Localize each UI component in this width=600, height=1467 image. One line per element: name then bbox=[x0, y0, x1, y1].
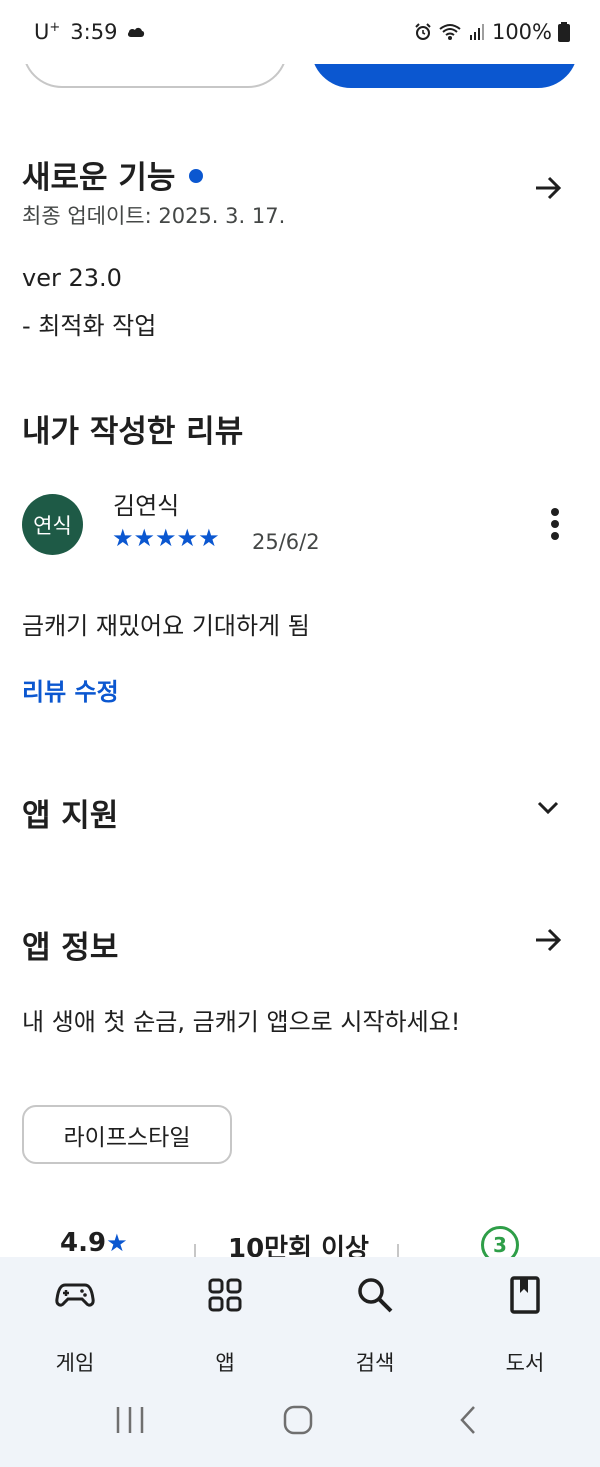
search-icon bbox=[358, 1278, 393, 1313]
battery-icon bbox=[558, 22, 570, 42]
back-icon[interactable] bbox=[456, 1405, 480, 1435]
app-description: 내 생애 첫 순금, 금캐기 앱으로 시작하세요! bbox=[22, 1008, 461, 1036]
last-updated: 최종 업데이트: 2025. 3. 17. bbox=[22, 204, 286, 228]
app-info-header[interactable]: 앱 정보 bbox=[22, 922, 118, 967]
status-left: U+ 3:59 bbox=[34, 20, 145, 44]
apps-grid-icon bbox=[208, 1278, 242, 1312]
battery-percent: 100% bbox=[491, 20, 552, 44]
alarm-icon bbox=[415, 23, 431, 40]
version-text: ver 23.0 bbox=[22, 264, 122, 292]
system-nav-bar bbox=[0, 1383, 600, 1467]
arrow-right-icon[interactable] bbox=[532, 924, 564, 956]
arrow-right-icon[interactable] bbox=[532, 172, 564, 204]
category-chip[interactable]: 라이프스타일 bbox=[22, 1105, 232, 1164]
rating-stat: 4.9★ bbox=[60, 1228, 128, 1258]
book-icon bbox=[510, 1276, 540, 1314]
nav-books[interactable]: 도서 bbox=[475, 1275, 575, 1377]
release-notes: - 최적화 작업 bbox=[22, 312, 157, 340]
whats-new-title: 새로운 기능 bbox=[22, 160, 176, 196]
nav-games-label: 게임 bbox=[55, 1351, 95, 1375]
avatar-text: 연식 bbox=[33, 513, 72, 538]
status-bar: U+ 3:59 100% bbox=[0, 0, 600, 64]
star-rating: ★★★★★ bbox=[112, 524, 220, 552]
avatar: 연식 bbox=[22, 494, 83, 555]
status-right: 100% bbox=[414, 20, 570, 44]
whats-new-header[interactable]: 새로운 기능 bbox=[22, 152, 204, 197]
nav-games[interactable]: 게임 bbox=[25, 1275, 125, 1377]
nav-apps-label: 앱 bbox=[215, 1351, 235, 1375]
category-chip-label: 라이프스타일 bbox=[63, 1124, 191, 1151]
app-support-header[interactable]: 앱 지원 bbox=[22, 790, 118, 835]
nav-search-label: 검색 bbox=[355, 1351, 395, 1375]
rating-value: 4.9 bbox=[60, 1228, 107, 1258]
new-indicator-dot bbox=[189, 168, 204, 183]
more-options-icon[interactable] bbox=[548, 508, 562, 544]
nav-search[interactable]: 검색 bbox=[325, 1275, 425, 1377]
clock: 3:59 bbox=[70, 20, 118, 44]
cloud-icon bbox=[128, 27, 145, 37]
nav-apps[interactable]: 앱 bbox=[175, 1275, 275, 1377]
recent-apps-icon[interactable] bbox=[114, 1405, 146, 1435]
reviewer-name: 김연식 bbox=[113, 492, 180, 520]
review-text: 금캐기 재밌어요 기대하게 됨 bbox=[22, 612, 310, 640]
my-review-title: 내가 작성한 리뷰 bbox=[22, 414, 244, 450]
home-icon[interactable] bbox=[282, 1405, 314, 1435]
edit-review-link[interactable]: 리뷰 수정 bbox=[22, 672, 119, 707]
carrier-label: U+ bbox=[34, 20, 61, 44]
gamepad-icon bbox=[55, 1283, 95, 1307]
star-icon: ★ bbox=[106, 1229, 128, 1257]
signal-icon bbox=[469, 24, 484, 40]
chevron-down-icon[interactable] bbox=[534, 796, 562, 820]
wifi-icon bbox=[439, 24, 461, 40]
nav-books-label: 도서 bbox=[505, 1351, 545, 1375]
review-date: 25/6/2 bbox=[252, 530, 320, 554]
